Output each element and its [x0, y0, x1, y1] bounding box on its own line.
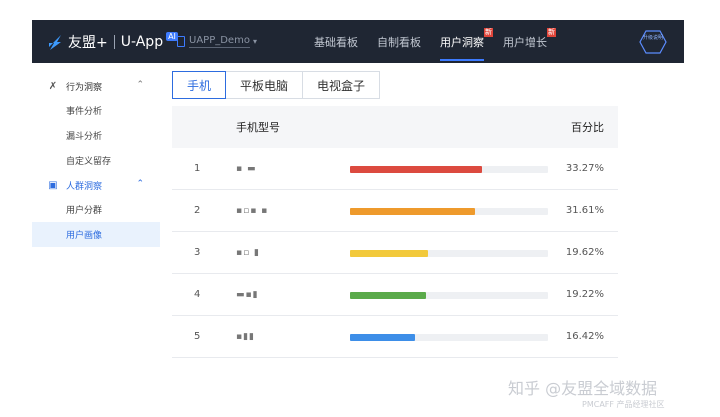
table-row: 4 ▬▪▮ 19.22%	[172, 274, 618, 316]
share-bar-track	[350, 334, 548, 341]
chevron-up-icon: ⌃	[136, 80, 144, 90]
nav-label: 用户增长	[503, 36, 547, 49]
nav-user-insight[interactable]: 用户洞察 新	[440, 20, 493, 63]
share-bar-fill	[350, 292, 427, 299]
sidebar-item-label: 用户画像	[66, 231, 103, 241]
main-nav: 基础看板 自制看板 用户洞察 新 用户增长 新	[314, 20, 566, 63]
device-model: ▪▮▮	[236, 332, 256, 342]
percent-value: 19.22%	[565, 289, 604, 300]
nav-user-growth[interactable]: 用户增长 新	[503, 20, 556, 63]
share-bar-fill	[350, 166, 482, 173]
table-header: 手机型号 百分比	[172, 106, 618, 148]
umeng-logo-icon	[49, 34, 61, 50]
watermark: 知乎 @友盟全域数据	[508, 379, 658, 398]
chevron-down-icon: ▾	[252, 37, 257, 46]
tab-phone[interactable]: 手机	[172, 71, 227, 99]
table-row: 2 ▪▫▪ ▪ 31.61%	[172, 190, 618, 232]
top-navigation-bar: 友盟+ U-App AI UAPP_Demo ▾ 基础看板 自制看板 用户洞察 …	[32, 20, 684, 63]
percent-value: 33.27%	[565, 163, 604, 174]
new-badge: 新	[547, 28, 556, 37]
tab-tv-box[interactable]: 电视盒子	[302, 71, 381, 99]
device-model-table: 手机型号 百分比 1 ▪ ▬ 33.27% 2 ▪▫▪ ▪ 31.61% 3 ▪▫ ▮ 19.6…	[172, 106, 618, 358]
sidebar-item-label: 漏斗分析	[66, 132, 103, 142]
sidebar-group-label: 人群洞察	[66, 181, 103, 192]
rank-number: 3	[194, 247, 201, 258]
percent-value: 19.62%	[565, 247, 604, 258]
sidebar-group-behavior[interactable]: ✗ 行为洞察 ⌃	[32, 74, 160, 98]
device-model: ▬▪▮	[236, 290, 259, 300]
percent-value: 16.42%	[565, 331, 604, 342]
sidebar-item-user-portrait[interactable]: 用户画像	[32, 222, 160, 247]
share-bar-fill	[350, 334, 415, 341]
new-badge: 新	[484, 28, 493, 37]
brand-divider	[113, 34, 115, 49]
rank-number: 2	[194, 205, 201, 216]
brand-logo-area[interactable]: 友盟+ U-App AI	[46, 20, 178, 63]
rank-number: 5	[194, 331, 201, 342]
device-model: ▪▫ ▮	[236, 248, 261, 258]
table-row: 1 ▪ ▬ 33.27%	[172, 148, 618, 190]
nav-label: 用户洞察	[440, 36, 484, 49]
percent-value: 31.61%	[565, 205, 604, 216]
brand-name: 友盟+	[68, 34, 108, 51]
app-selector[interactable]: UAPP_Demo ▾	[177, 20, 257, 63]
device-tabs: 手机 平板电脑 电视盒子	[172, 71, 381, 99]
device-model: ▪ ▬	[236, 164, 257, 174]
rank-number: 4	[194, 289, 201, 300]
table-row: 5 ▪▮▮ 16.42%	[172, 316, 618, 358]
nav-label: 基础看板	[314, 36, 358, 49]
column-header-model: 手机型号	[236, 121, 280, 134]
sidebar-item-label: 用户分群	[66, 206, 103, 216]
sidebar-item-funnel-analysis[interactable]: 漏斗分析	[32, 123, 160, 148]
sidebar: ✗ 行为洞察 ⌃ 事件分析 漏斗分析 自定义留存 ▣ 人群洞察 ⌃ 用户分群 用…	[32, 74, 160, 247]
share-bar-track	[350, 292, 548, 299]
share-bar-track	[350, 208, 548, 215]
watermark-sub: PMCAFF 产品经理社区	[582, 400, 665, 409]
upgrade-notes-button[interactable]: 升级说明	[639, 30, 667, 54]
shield-icon	[639, 30, 667, 54]
sidebar-item-event-analysis[interactable]: 事件分析	[32, 98, 160, 123]
app-name: UAPP_Demo	[189, 35, 250, 48]
share-bar-track	[350, 166, 548, 173]
rank-number: 1	[194, 163, 201, 174]
chevron-up-icon: ⌃	[136, 179, 144, 189]
phone-icon	[177, 36, 185, 47]
nav-label: 自制看板	[377, 36, 421, 49]
product-name: U-App	[120, 33, 164, 50]
crowd-icon: ▣	[48, 179, 58, 191]
table-row: 3 ▪▫ ▮ 19.62%	[172, 232, 618, 274]
nav-custom-dashboard[interactable]: 自制看板	[377, 20, 421, 63]
nav-basic-dashboard[interactable]: 基础看板	[314, 20, 358, 63]
share-bar-track	[350, 250, 548, 257]
sidebar-group-crowd[interactable]: ▣ 人群洞察 ⌃	[32, 173, 160, 197]
sidebar-item-label: 事件分析	[66, 107, 103, 117]
sidebar-item-custom-retention[interactable]: 自定义留存	[32, 148, 160, 173]
share-bar-fill	[350, 250, 428, 257]
tab-tablet[interactable]: 平板电脑	[225, 71, 304, 99]
column-header-percent: 百分比	[571, 121, 604, 134]
upgrade-label: 升级说明	[642, 35, 663, 41]
sidebar-item-user-segments[interactable]: 用户分群	[32, 197, 160, 222]
behavior-icon: ✗	[48, 80, 58, 92]
device-model: ▪▫▪ ▪	[236, 206, 269, 216]
sidebar-item-label: 自定义留存	[66, 157, 112, 167]
sidebar-group-label: 行为洞察	[66, 82, 103, 93]
share-bar-fill	[350, 208, 476, 215]
